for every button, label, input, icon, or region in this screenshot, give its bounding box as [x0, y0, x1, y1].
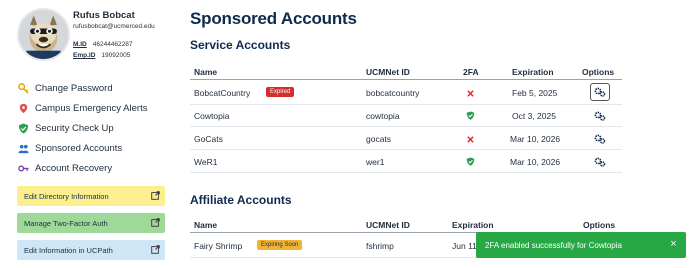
nav-item-sponsored-accounts[interactable]: Sponsored Accounts — [17, 138, 177, 158]
2fa-disabled-icon — [467, 136, 474, 143]
service-accounts-title: Service Accounts — [190, 38, 291, 52]
nav-label: Account Recovery — [35, 162, 113, 174]
nav-label: Sponsored Accounts — [35, 142, 123, 154]
profile-card: Rufus Bobcat rufusbobcat@ucmerced.edu M.… — [17, 8, 177, 68]
service-row-ucmnet: gocats — [366, 134, 392, 144]
edit-ucpath-button[interactable]: Edit Information in UCPath — [17, 240, 165, 260]
empid-value: 19092005 — [101, 52, 131, 59]
avatar — [17, 8, 70, 61]
col-header-expiration: Expiration — [452, 220, 494, 230]
service-row-name: Cowtopia — [194, 111, 230, 121]
external-link-icon — [151, 245, 160, 254]
nav-label: Security Check Up — [35, 122, 114, 134]
profile-email: rufusbobcat@ucmerced.edu — [73, 23, 155, 30]
nav-label: Change Password — [35, 82, 113, 94]
nav-item-security-check-up[interactable]: Security Check Up — [17, 118, 177, 138]
status-badge-expiring-soon: Expiring Soon — [257, 240, 303, 250]
toast-message-prefix: 2FA enabled successfully for — [485, 240, 589, 250]
nav-label: Campus Emergency Alerts — [35, 102, 148, 114]
row-divider — [190, 172, 622, 173]
bobcat-mascot-image — [19, 10, 68, 59]
manage-two-factor-button[interactable]: Manage Two-Factor Auth — [17, 213, 165, 233]
page-title: Sponsored Accounts — [190, 9, 357, 28]
row-divider — [190, 149, 622, 150]
alert-pin-icon — [17, 102, 29, 114]
quick-link-label: Edit Directory Information — [24, 191, 109, 201]
quick-link-label: Edit Information in UCPath — [24, 245, 113, 255]
service-row-ucmnet: wer1 — [366, 157, 385, 167]
success-toast: 2FA enabled successfully for Cowtopia × — [476, 232, 686, 258]
affiliate-accounts-title: Affiliate Accounts — [190, 193, 292, 207]
mid-value: 46244462287 — [92, 41, 133, 48]
gears-options-icon[interactable] — [594, 157, 606, 167]
external-link-icon — [151, 218, 160, 227]
nav-item-campus-emergency-alerts[interactable]: Campus Emergency Alerts — [17, 98, 177, 118]
quick-link-label: Manage Two-Factor Auth — [24, 218, 108, 228]
mid-label: M.ID — [73, 41, 87, 48]
profile-mid: M.ID 46244462287 — [73, 41, 133, 48]
row-divider — [190, 126, 622, 127]
service-row-expiration: Feb 5, 2025 — [512, 88, 558, 98]
col-header-options: Options — [583, 220, 616, 230]
status-badge-expired: Expired — [266, 87, 295, 97]
header-divider — [190, 79, 622, 80]
shield-check-icon — [17, 122, 29, 134]
col-header-ucmnet: UCMNet ID — [366, 67, 410, 77]
toast-account-name: Cowtopia — [588, 240, 622, 250]
profile-empid: Emp.ID 19092005 — [73, 52, 130, 59]
service-row-name: BobcatCountry — [194, 88, 251, 98]
col-header-name: Name — [194, 220, 218, 230]
service-row-ucmnet: cowtopia — [366, 111, 400, 121]
close-icon[interactable]: × — [668, 239, 679, 250]
2fa-disabled-icon — [467, 90, 474, 97]
2fa-enabled-shield-icon — [466, 157, 475, 166]
sidebar-nav: Change Password Campus Emergency Alerts … — [17, 78, 177, 178]
nav-item-change-password[interactable]: Change Password — [17, 78, 177, 98]
gears-options-icon[interactable] — [594, 87, 606, 97]
col-header-ucmnet: UCMNet ID — [366, 220, 410, 230]
gears-options-icon[interactable] — [594, 134, 606, 144]
service-row-expiration: Mar 10, 2026 — [510, 134, 561, 144]
service-row-name: WeR1 — [194, 157, 218, 167]
external-link-icon — [151, 191, 160, 200]
col-header-options: Options — [582, 67, 615, 77]
key-icon — [17, 82, 29, 94]
sidebar: Rufus Bobcat rufusbobcat@ucmerced.edu M.… — [0, 0, 178, 268]
col-header-2fa: 2FA — [463, 67, 479, 77]
profile-name: Rufus Bobcat — [73, 10, 135, 21]
edit-directory-button[interactable]: Edit Directory Information — [17, 186, 165, 206]
affiliate-row-name: Fairy Shrimp — [194, 241, 243, 251]
affiliate-row-ucmnet: fshrimp — [366, 241, 394, 251]
col-header-expiration: Expiration — [512, 67, 554, 77]
users-icon — [17, 142, 29, 154]
nav-item-account-recovery[interactable]: Account Recovery — [17, 158, 177, 178]
key-recovery-icon — [17, 162, 29, 174]
affiliate-row-expiration: Jun 11 — [452, 241, 477, 251]
2fa-enabled-shield-icon — [466, 111, 475, 120]
empid-label: Emp.ID — [73, 52, 96, 59]
gears-options-icon[interactable] — [594, 111, 606, 121]
service-row-expiration: Mar 10, 2026 — [510, 157, 561, 167]
col-header-name: Name — [194, 67, 218, 77]
service-row-expiration: Oct 3, 2025 — [512, 111, 556, 121]
service-row-ucmnet: bobcatcountry — [366, 88, 420, 98]
toast-message: 2FA enabled successfully for Cowtopia — [485, 241, 622, 250]
service-row-name: GoCats — [194, 134, 223, 144]
row-divider — [190, 104, 622, 105]
